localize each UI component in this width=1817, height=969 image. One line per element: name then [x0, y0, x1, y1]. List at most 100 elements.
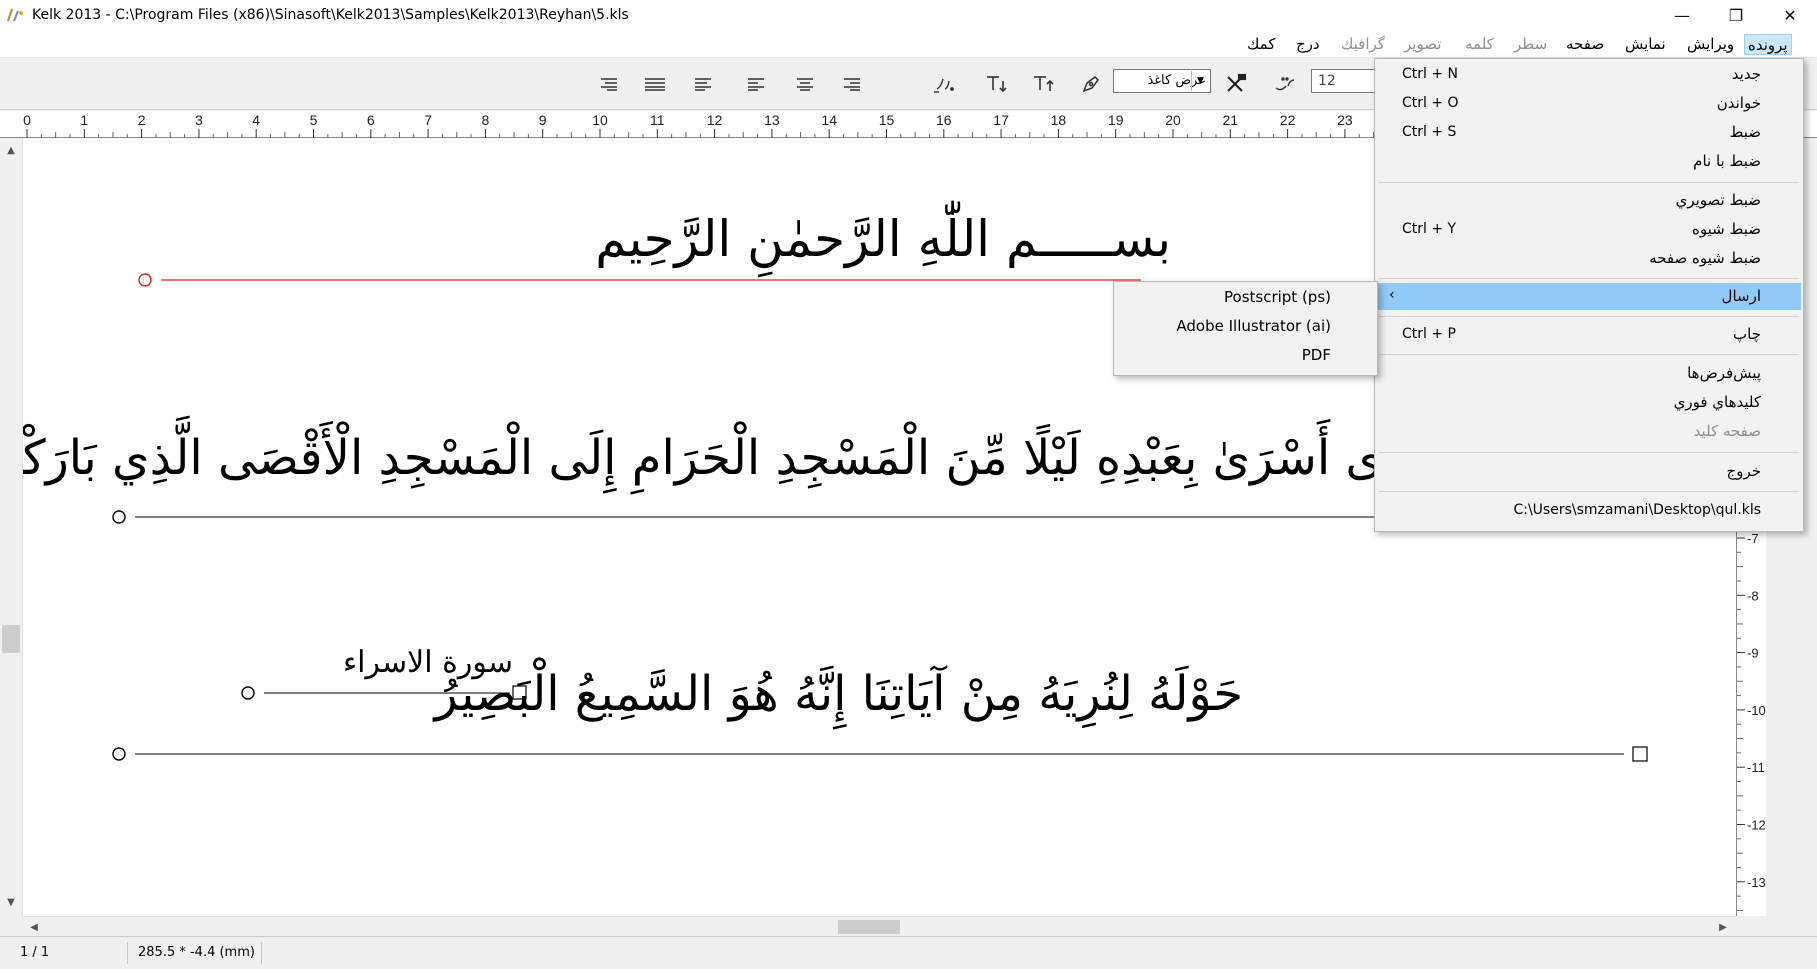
menu-separator — [1379, 182, 1799, 183]
ruler-number: 9 — [539, 112, 547, 128]
line3-start-handle[interactable] — [241, 686, 255, 700]
ruler-number: 16 — [936, 112, 952, 128]
horizontal-scrollbar[interactable]: ◀ ▶ — [23, 916, 1736, 936]
menu-item-print[interactable]: Ctrl + P چاپ — [1375, 321, 1803, 348]
text-direction-icon[interactable] — [932, 71, 958, 97]
menu-edit[interactable]: ويرايش — [1684, 34, 1737, 55]
page-indicator: 1 / 1 — [14, 942, 128, 964]
close-button[interactable]: ✕ — [1763, 0, 1817, 30]
align-center-icon[interactable] — [792, 71, 818, 97]
window-controls: — ❐ ✕ — [1655, 0, 1817, 30]
ruler-number: 1 — [80, 112, 88, 128]
menu-image[interactable]: تصوير — [1401, 34, 1444, 55]
submenu-arrow-icon: ‹ — [1389, 287, 1395, 303]
shortcut-label: Ctrl + S — [1402, 124, 1457, 140]
menu-file[interactable]: پرونده — [1744, 34, 1792, 55]
vruler-number: -9 — [1747, 646, 1759, 661]
justify-left-icon[interactable] — [690, 71, 716, 97]
send-submenu: Postscript (ps) Adobe Illustrator (ai) P… — [1113, 281, 1378, 376]
menu-item-save-style[interactable]: Ctrl + Y ضبط شيوه — [1375, 216, 1803, 243]
menu-item-label: پيش‌فرض‌ها — [1687, 364, 1761, 382]
pen-tool-icon[interactable] — [1078, 71, 1104, 97]
tools-icon[interactable] — [1223, 71, 1249, 97]
maximize-button[interactable]: ❐ — [1709, 0, 1763, 30]
chevron-down-icon[interactable]: ▼ — [1191, 71, 1209, 91]
scroll-up-icon[interactable]: ▲ — [4, 142, 18, 158]
ruler-number: 8 — [482, 112, 490, 128]
menu-item-save[interactable]: Ctrl + S ضبط — [1375, 119, 1803, 146]
ruler-number: 18 — [1051, 112, 1067, 128]
submenu-item-postscript[interactable]: Postscript (ps) — [1224, 288, 1331, 306]
text-down-icon[interactable] — [1030, 71, 1056, 97]
menu-item-save-as[interactable]: ضبط با نام — [1375, 148, 1803, 175]
ruler-number: 2 — [138, 112, 146, 128]
menu-page[interactable]: صفحه — [1563, 34, 1607, 55]
justify-right-icon[interactable] — [596, 71, 622, 97]
file-menu-dropdown: Ctrl + N جديد Ctrl + O خواندن Ctrl + S ض… — [1374, 58, 1804, 532]
menu-item-defaults[interactable]: پيش‌فرض‌ها — [1375, 360, 1803, 387]
ruler-number: 7 — [424, 112, 432, 128]
calligraphy-line-1[interactable]: بســـــم اللّٰهِ الرَّحمٰنِ الرَّحِيم — [595, 210, 1171, 268]
menu-item-keyboard[interactable]: صفحه كليد — [1375, 418, 1803, 445]
menu-item-label: خواندن — [1716, 94, 1761, 112]
menu-item-exit[interactable]: خروج — [1375, 458, 1803, 485]
submenu-item-pdf[interactable]: PDF — [1302, 346, 1331, 364]
kelk-app-window: Kelk 2013 - C:\Program Files (x86)\Sinas… — [0, 0, 1817, 969]
kelk-app-icon[interactable] — [6, 7, 26, 23]
window-title: Kelk 2013 - C:\Program Files (x86)\Sinas… — [32, 7, 629, 23]
menu-help[interactable]: كمك — [1244, 34, 1278, 55]
vertical-ruler: -7 -8 -9 -10 -11 -12 -13 — [1736, 511, 1766, 916]
ruler-number: 12 — [707, 112, 723, 128]
text-up-icon[interactable] — [983, 71, 1009, 97]
menu-item-save-image[interactable]: ضبط تصويري — [1375, 187, 1803, 214]
menu-line[interactable]: سطر — [1511, 34, 1550, 55]
ruler-number: 19 — [1108, 112, 1124, 128]
ruler-number: 17 — [993, 112, 1009, 128]
menu-graphics[interactable]: گرافيك — [1338, 34, 1388, 55]
ruler-number: 11 — [650, 112, 665, 128]
calligraphy-line-2[interactable]: ى أَسْرَىٰ بِعَبْدِهِ لَيْلًا مِّنَ الْم… — [0, 430, 1383, 486]
ruler-number: 23 — [1337, 112, 1353, 128]
justify-full-icon[interactable] — [642, 71, 668, 97]
scroll-left-icon[interactable]: ◀ — [26, 919, 42, 935]
font-size-input[interactable]: 12 — [1311, 69, 1375, 93]
line1-start-handle[interactable] — [138, 273, 152, 287]
submenu-item-illustrator[interactable]: Adobe Illustrator (ai) — [1176, 317, 1331, 335]
align-left-icon[interactable] — [743, 71, 769, 97]
line4-end-handle[interactable] — [1632, 746, 1648, 762]
menu-item-label: چاپ — [1733, 325, 1761, 343]
vertical-scrollbar[interactable]: ▲ ▼ — [0, 138, 23, 916]
vertical-scroll-thumb[interactable] — [2, 625, 20, 653]
menu-item-send[interactable]: ‹ ارسال — [1377, 283, 1801, 310]
menu-word[interactable]: كلمه — [1462, 34, 1497, 55]
ruler-number: 3 — [195, 112, 203, 128]
menu-item-hotkeys[interactable]: كليدهاي فوري — [1375, 389, 1803, 416]
ruler-number: 6 — [367, 112, 375, 128]
scroll-right-icon[interactable]: ▶ — [1715, 919, 1731, 935]
menu-item-open[interactable]: Ctrl + O خواندن — [1375, 90, 1803, 117]
menu-insert[interactable]: درج — [1293, 34, 1323, 55]
ruler-number: 4 — [252, 112, 260, 128]
line4-start-handle[interactable] — [112, 747, 126, 761]
vruler-number: -10 — [1747, 703, 1766, 718]
line2-start-handle[interactable] — [112, 510, 126, 524]
minimize-button[interactable]: — — [1655, 0, 1709, 30]
menu-bar: پرونده ويرايش نمايش صفحه سطر كلمه تصوير … — [0, 30, 1817, 58]
menu-item-new[interactable]: Ctrl + N جديد — [1375, 61, 1803, 88]
menu-item-save-page-style[interactable]: ضبط شيوه صفحه — [1375, 245, 1803, 272]
scroll-down-icon[interactable]: ▼ — [4, 894, 18, 910]
ruler-number: 22 — [1280, 112, 1296, 128]
menu-separator — [1379, 278, 1799, 279]
ruler-number: 14 — [821, 112, 837, 128]
menu-item-label: ارسال — [1721, 287, 1761, 305]
menu-item-label: خروج — [1726, 462, 1761, 480]
ruler-number: 10 — [592, 112, 608, 128]
kashida-icon[interactable] — [1272, 71, 1298, 97]
menu-item-recent-file[interactable]: C:\Users\smzamani\Desktop\qul.kls — [1375, 497, 1803, 524]
vruler-number: -8 — [1747, 588, 1759, 603]
shortcut-label: Ctrl + Y — [1402, 221, 1457, 237]
horizontal-scroll-thumb[interactable] — [838, 920, 900, 934]
menu-view[interactable]: نمايش — [1622, 34, 1669, 55]
align-right-icon[interactable] — [839, 71, 865, 97]
calligraphy-line-4[interactable]: حَوْلَهُ لِنُرِيَهُ مِنْ آيَاتِنَا إِنَّ… — [435, 666, 1244, 722]
